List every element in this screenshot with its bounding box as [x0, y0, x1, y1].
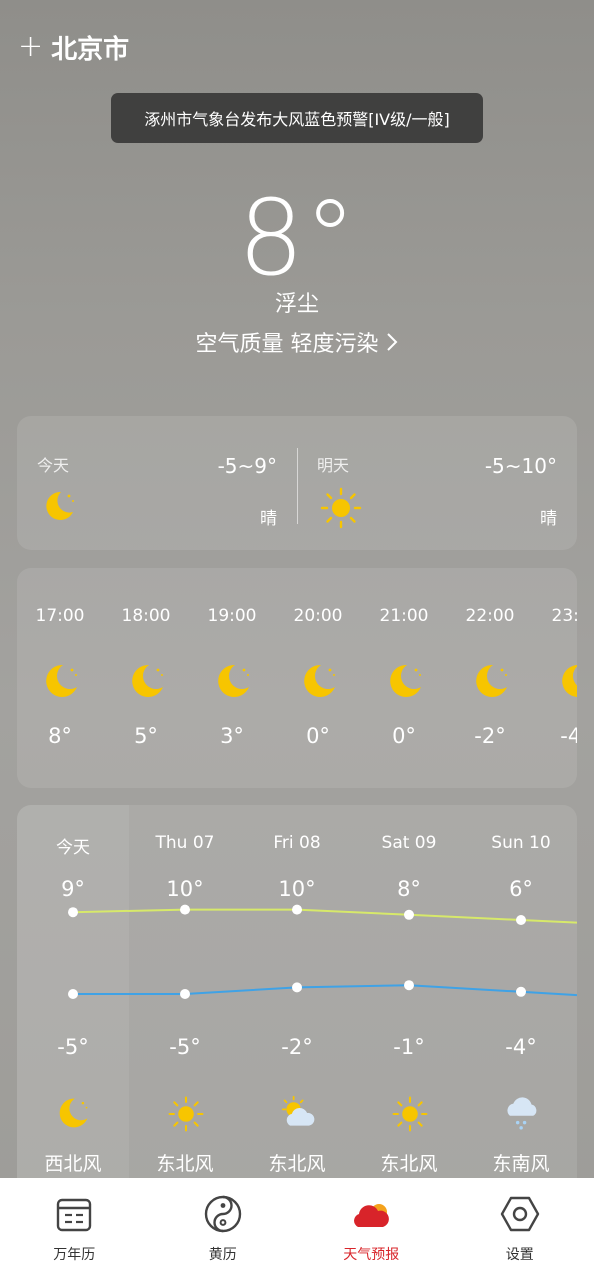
tab-label: 万年历	[53, 1247, 96, 1263]
hourly-forecast-card[interactable]: 17:00 8° 18:00 5° 19:00 3° 20:00 0° 21:0…	[17, 568, 577, 788]
today-desc: 晴	[260, 509, 277, 529]
moon-icon	[132, 664, 163, 697]
hour-item: 19:00 3°	[189, 568, 275, 788]
tomorrow-desc: 晴	[540, 509, 557, 529]
forecast-day-label: 今天	[56, 838, 90, 858]
today-label: 今天	[37, 456, 70, 475]
hour-time: 17:00	[35, 606, 85, 626]
moon-icon	[562, 665, 577, 697]
moon-icon	[218, 664, 249, 697]
forecast-day[interactable]: Fri 08 10° -2° 东北风	[241, 805, 353, 1185]
daily-forecast-card[interactable]: 今天 9° -5° 西北风 Thu 07 10° -5° 东北风 Fri 08 …	[17, 805, 577, 1185]
hour-item: 21:00 0°	[361, 568, 447, 788]
forecast-day[interactable]: 今天 9° -5° 西北风	[17, 805, 129, 1185]
forecast-high: 6°	[509, 877, 533, 901]
current-condition: 浮尘	[274, 292, 319, 317]
today-summary[interactable]: 今天 -5~9° 晴	[17, 416, 297, 550]
weather-alert-banner[interactable]: 涿州市气象台发布大风蓝色预警[IV级/一般]	[111, 93, 483, 143]
forecast-day-label: Fri 08	[273, 833, 321, 853]
forecast-low: -5°	[169, 1035, 201, 1059]
tab-label: 天气预报	[343, 1247, 400, 1263]
hour-item: 22:00 -2°	[447, 568, 533, 788]
tab-label: 黄历	[208, 1247, 237, 1263]
hour-temp: 8°	[48, 724, 72, 748]
settings-hex-icon	[500, 1196, 539, 1232]
air-quality-link[interactable]: 空气质量 轻度污染	[0, 326, 594, 358]
forecast-wind: 西北风	[44, 1153, 102, 1175]
tomorrow-label: 明天	[317, 456, 350, 475]
forecast-low: -4°	[505, 1035, 537, 1059]
tab-weather[interactable]: 天气预报	[297, 1178, 446, 1280]
hour-temp: -2°	[474, 724, 506, 748]
hour-time: 18:00	[121, 606, 171, 626]
hour-item: 20:00 0°	[275, 568, 361, 788]
forecast-day-label: Sun 10	[491, 833, 551, 853]
forecast-high: 9°	[61, 877, 85, 901]
forecast-low: -1°	[393, 1035, 425, 1059]
hour-temp: 5°	[134, 724, 158, 748]
moon-icon	[46, 491, 74, 520]
forecast-low: -5°	[57, 1035, 89, 1059]
tab-calendar[interactable]: 万年历	[0, 1178, 149, 1280]
forecast-wind: 东北风	[268, 1153, 326, 1175]
hour-temp: -4°	[560, 724, 577, 748]
hour-item: 23:00 -4°	[533, 568, 577, 788]
hour-time: 20:00	[293, 606, 343, 626]
current-temperature: 8°	[237, 177, 357, 299]
city-header[interactable]: + 北京市	[18, 29, 129, 66]
forecast-high: 8°	[397, 877, 421, 901]
city-name[interactable]: 北京市	[51, 29, 129, 66]
forecast-low: -2°	[281, 1035, 313, 1059]
hour-time: 23:00	[551, 606, 578, 626]
sun-icon	[320, 487, 362, 529]
forecast-day-label: Thu 07	[155, 833, 215, 853]
bottom-tab-bar: 万年历 黄历 天气预报 设置	[0, 1178, 594, 1280]
snow-cloud-icon	[507, 1097, 537, 1130]
forecast-wind: 东北风	[156, 1153, 214, 1175]
tab-label: 设置	[505, 1247, 534, 1263]
hour-item: 18:00 5°	[103, 568, 189, 788]
hour-time: 19:00	[207, 606, 257, 626]
hour-item: 17:00 8°	[17, 568, 103, 788]
hour-temp: 3°	[220, 724, 244, 748]
tab-settings[interactable]: 设置	[446, 1178, 594, 1280]
forecast-wind: 东北风	[380, 1153, 438, 1175]
forecast-wind: 东南风	[492, 1153, 550, 1175]
forecast-high: 10°	[278, 877, 316, 901]
yin-yang-icon	[204, 1195, 241, 1233]
forecast-high: 10°	[166, 877, 204, 901]
tab-almanac[interactable]: 黄历	[149, 1178, 298, 1280]
aqi-text: 空气质量 轻度污染	[195, 332, 379, 357]
forecast-day[interactable]: Sun 10 6° -4° 东南风	[465, 805, 577, 1185]
forecast-day[interactable]: Thu 07 10° -5° 东北风	[129, 805, 241, 1185]
moon-icon	[59, 1098, 88, 1128]
add-city-icon[interactable]: +	[18, 32, 43, 62]
moon-icon	[390, 664, 421, 697]
tomorrow-range: -5~10°	[484, 454, 557, 478]
weather-cloud-icon	[354, 1204, 389, 1227]
moon-icon	[476, 664, 507, 697]
alert-text: 涿州市气象台发布大风蓝色预警[IV级/一般]	[144, 110, 450, 129]
sun-icon	[168, 1096, 204, 1132]
today-range: -5~9°	[217, 454, 277, 478]
hour-temp: 0°	[392, 724, 416, 748]
chevron-right-icon	[386, 333, 397, 351]
today-tomorrow-card[interactable]: 今天 -5~9° 晴 明天 -5~10° 晴	[17, 416, 577, 550]
sun-icon	[392, 1096, 428, 1132]
hour-time: 21:00	[379, 606, 429, 626]
forecast-day-label: Sat 09	[381, 833, 437, 853]
moon-icon	[46, 664, 77, 697]
hour-temp: 0°	[306, 724, 330, 748]
hour-time: 22:00	[465, 606, 515, 626]
calendar-icon	[56, 1198, 92, 1232]
partly-cloudy-icon	[281, 1095, 315, 1126]
hourly-scroll[interactable]: 17:00 8° 18:00 5° 19:00 3° 20:00 0° 21:0…	[17, 568, 577, 788]
forecast-day[interactable]: Sat 09 8° -1° 东北风	[353, 805, 465, 1185]
tomorrow-summary[interactable]: 明天 -5~10° 晴	[297, 416, 577, 550]
moon-icon	[304, 664, 335, 697]
